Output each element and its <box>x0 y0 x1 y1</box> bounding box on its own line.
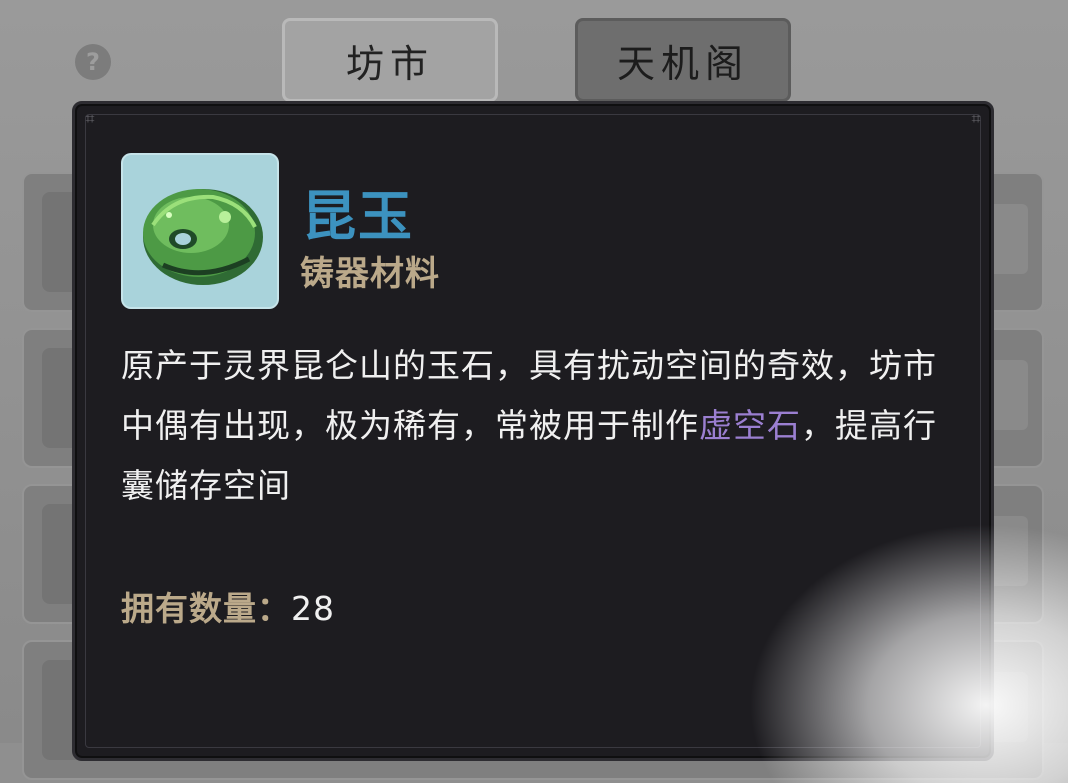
item-category: 铸器材料 <box>300 254 440 294</box>
tab-market[interactable]: 坊市 <box>282 18 498 102</box>
tab-heavenly-pavilion[interactable]: 天机阁 <box>575 18 791 102</box>
help-icon[interactable]: ? <box>75 44 111 80</box>
jade-stone-icon <box>121 153 279 309</box>
quantity-value: 28 <box>291 589 335 628</box>
tab-market-label: 坊市 <box>345 41 434 86</box>
item-tooltip: ⌗ ⌗ 昆玉 铸器材料 原产于灵界昆仑山的玉石，具有扰动空间的奇效，坊市中偶有出… <box>72 101 994 761</box>
quantity-label: 拥有数量： <box>121 589 291 628</box>
tab-pavilion-label: 天机阁 <box>616 41 749 86</box>
item-name: 昆玉 <box>302 185 414 248</box>
void-stone-link[interactable]: 虚空石 <box>699 406 801 445</box>
corner-ornament-icon: ⌗ <box>85 109 95 128</box>
item-description: 原产于灵界昆仑山的玉石，具有扰动空间的奇效，坊市中偶有出现，极为稀有，常被用于制… <box>121 336 957 516</box>
owned-quantity: 拥有数量：28 <box>121 582 335 630</box>
corner-ornament-icon: ⌗ <box>971 109 981 128</box>
